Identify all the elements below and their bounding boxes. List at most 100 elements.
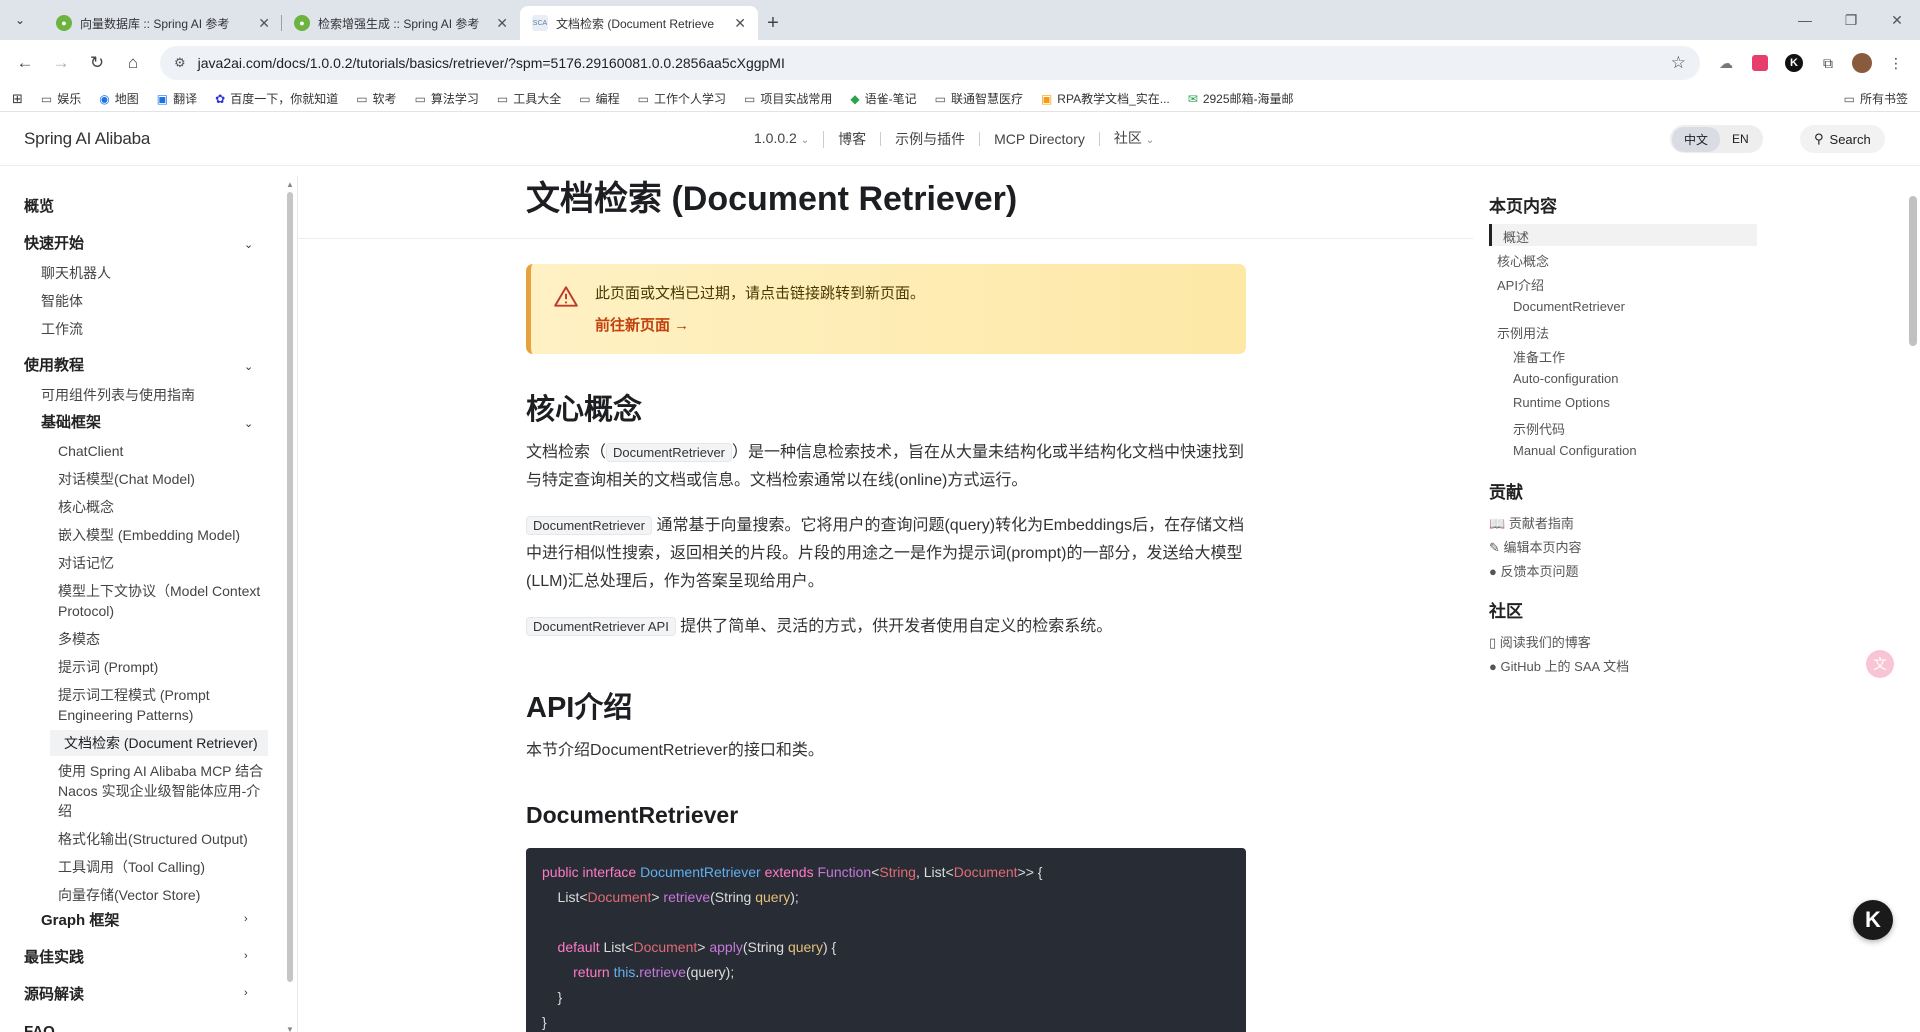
restore-icon[interactable]: ❐ [1828, 0, 1874, 40]
nav-community-dropdown[interactable]: 社区 ⌄ [1100, 131, 1168, 148]
sidebar-item-agent[interactable]: 智能体 [41, 291, 83, 311]
sidebar-item-nacos-mcp[interactable]: 使用 Spring AI Alibaba MCP 结合 Nacos 实现企业级智… [58, 761, 268, 821]
bookmark-item[interactable]: ▭ 联通智慧医疗 [935, 90, 1023, 107]
chevron-right-icon[interactable]: › [244, 987, 248, 999]
k-assistant-float-button[interactable]: K [1853, 900, 1893, 940]
nav-version-dropdown[interactable]: 1.0.0.2 ⌄ [740, 130, 825, 148]
sidebar-item-basics[interactable]: 基础框架 [41, 413, 101, 433]
sidebar-item-components[interactable]: 可用组件列表与使用指南 [41, 385, 195, 405]
sidebar-item-faq[interactable]: FAQ [24, 1022, 55, 1032]
bookmark-star-icon[interactable]: ☆ [1671, 53, 1686, 73]
bookmark-item[interactable]: ▭ 娱乐 [41, 90, 81, 107]
code-block[interactable]: public interface DocumentRetriever exten… [526, 848, 1246, 1032]
chevron-right-icon[interactable]: › [244, 950, 248, 962]
sidebar-item-tutorial[interactable]: 使用教程 [24, 356, 84, 376]
extension-cloud-icon[interactable]: ☁ [1712, 49, 1740, 77]
page-scrollbar[interactable] [1906, 176, 1920, 1032]
toc-item[interactable]: 准备工作 [1513, 347, 1565, 366]
bookmark-item[interactable]: ▭ 工具大全 [497, 90, 561, 107]
bookmark-item[interactable]: ◉ 地图 [99, 90, 139, 107]
sidebar-item-mcp[interactable]: 模型上下文协议（Model Context Protocol) [58, 581, 268, 621]
tab-search-icon[interactable]: ⌄ [10, 10, 30, 30]
extension-k-icon[interactable]: K [1780, 49, 1808, 77]
minimize-icon[interactable]: — [1782, 0, 1828, 40]
sidebar-item-chat-model[interactable]: 对话模型(Chat Model) [58, 469, 268, 489]
bookmark-item[interactable]: ✿ 百度一下，你就知道 [215, 90, 338, 107]
extension-translate-icon[interactable] [1746, 49, 1774, 77]
chevron-down-icon[interactable]: ⌄ [244, 360, 253, 373]
sidebar-item-prompt-patterns[interactable]: 提示词工程模式 (Prompt Engineering Patterns) [58, 685, 268, 725]
sidebar-item-concepts[interactable]: 核心概念 [58, 497, 268, 517]
sidebar-item-graph[interactable]: Graph 框架 [41, 911, 119, 931]
new-page-link[interactable]: 前往新页面 → [595, 314, 689, 335]
feedback-link[interactable]: ● 反馈本页问题 [1489, 561, 1579, 580]
sidebar-item-embedding[interactable]: 嵌入模型 (Embedding Model) [58, 525, 268, 545]
blog-link[interactable]: ▯ 阅读我们的博客 [1489, 632, 1591, 651]
edit-page-link[interactable]: ✎ 编辑本页内容 [1489, 537, 1582, 556]
lang-en-button[interactable]: EN [1720, 128, 1761, 150]
bookmark-item[interactable]: ▭ 工作个人学习 [638, 90, 726, 107]
nav-blog[interactable]: 博客 [824, 132, 882, 146]
bookmark-item[interactable]: ▣ RPA教学文档_实在... [1041, 90, 1170, 107]
nav-mcp-directory[interactable]: MCP Directory [980, 132, 1100, 146]
contributor-guide-link[interactable]: 📖 贡献者指南 [1489, 513, 1574, 532]
bookmark-item[interactable]: ✉ 2925邮箱-海量邮 [1188, 90, 1294, 107]
search-button[interactable]: ⚲ Search [1800, 125, 1885, 153]
back-icon[interactable]: ← [10, 48, 40, 78]
scroll-down-icon[interactable]: ▼ [286, 1025, 294, 1032]
translate-float-icon[interactable]: 文 [1866, 650, 1894, 678]
sidebar-item-tool-calling[interactable]: 工具调用（Tool Calling) [58, 857, 268, 877]
lang-zh-button[interactable]: 中文 [1672, 126, 1721, 152]
sidebar-item-structured-output[interactable]: 格式化输出(Structured Output) [58, 829, 268, 849]
browser-tab-2[interactable]: ● 检索增强生成 :: Spring AI 参考 ✕ [282, 6, 520, 40]
toc-item[interactable]: 示例用法 [1497, 323, 1549, 342]
toc-item[interactable]: DocumentRetriever [1513, 299, 1625, 314]
bookmark-item[interactable]: ▭ 软考 [356, 90, 396, 107]
chevron-down-icon[interactable]: ⌄ [244, 417, 253, 430]
github-docs-link[interactable]: ● GitHub 上的 SAA 文档 [1489, 656, 1629, 675]
sidebar-item-prompt[interactable]: 提示词 (Prompt) [58, 657, 268, 677]
close-window-icon[interactable]: ✕ [1874, 0, 1920, 40]
sidebar-item-source[interactable]: 源码解读 [24, 985, 84, 1005]
nav-examples[interactable]: 示例与插件 [881, 132, 981, 146]
close-tab-icon[interactable]: ✕ [496, 15, 508, 32]
sidebar-item-multimodal[interactable]: 多模态 [58, 629, 268, 649]
sidebar-item-chatclient[interactable]: ChatClient [58, 441, 268, 461]
home-icon[interactable]: ⌂ [118, 48, 148, 78]
bookmark-item[interactable]: ▭ 编程 [579, 90, 619, 107]
toc-item[interactable]: Manual Configuration [1513, 443, 1637, 458]
toc-item[interactable]: 核心概念 [1497, 251, 1549, 270]
site-logo[interactable]: Spring AI Alibaba [24, 129, 150, 149]
chevron-right-icon[interactable]: › [244, 913, 248, 925]
sidebar-item-chatbot[interactable]: 聊天机器人 [41, 263, 111, 283]
forward-icon[interactable]: → [46, 48, 76, 78]
url-bar[interactable]: ⚙ java2ai.com/docs/1.0.0.2/tutorials/bas… [160, 46, 1700, 80]
reload-icon[interactable]: ↻ [82, 48, 112, 78]
sidebar-item-retriever[interactable]: 文档检索 (Document Retriever) [50, 730, 268, 756]
toc-item[interactable]: 示例代码 [1513, 419, 1565, 438]
sidebar-item-vector-store[interactable]: 向量存储(Vector Store) [58, 885, 268, 905]
scroll-up-icon[interactable]: ▲ [286, 180, 294, 189]
browser-menu-icon[interactable]: ⋮ [1882, 49, 1910, 77]
close-tab-icon[interactable]: ✕ [258, 15, 270, 32]
toc-item[interactable]: API介绍 [1497, 275, 1544, 294]
profile-avatar-icon[interactable] [1848, 49, 1876, 77]
toc-item[interactable]: Runtime Options [1513, 395, 1610, 410]
chevron-down-icon[interactable]: ⌄ [244, 238, 253, 251]
sidebar-item-overview[interactable]: 概览 [24, 197, 54, 217]
new-tab-button[interactable]: + [758, 6, 788, 40]
toc-item[interactable]: 概述 [1503, 227, 1529, 246]
sidebar-item-quickstart[interactable]: 快速开始 [24, 234, 84, 254]
bookmark-item[interactable]: ▭ 算法学习 [415, 90, 479, 107]
sidebar-item-best-practice[interactable]: 最佳实践 [24, 948, 84, 968]
sidebar-item-workflow[interactable]: 工作流 [41, 319, 83, 339]
apps-grid-icon[interactable]: ⊞ [12, 91, 23, 107]
bookmark-item[interactable]: ▣ 翻译 [157, 90, 197, 107]
toc-item[interactable]: Auto-configuration [1513, 371, 1619, 386]
close-tab-icon[interactable]: ✕ [734, 15, 746, 32]
bookmark-item[interactable]: ▭ 项目实战常用 [744, 90, 832, 107]
extensions-puzzle-icon[interactable]: ⧉ [1814, 49, 1842, 77]
bookmark-item[interactable]: ◆ 语雀-笔记 [850, 90, 916, 107]
sidebar-scrollbar[interactable]: ▲ ▼ [286, 180, 294, 1032]
sidebar-item-memory[interactable]: 对话记忆 [58, 553, 268, 573]
